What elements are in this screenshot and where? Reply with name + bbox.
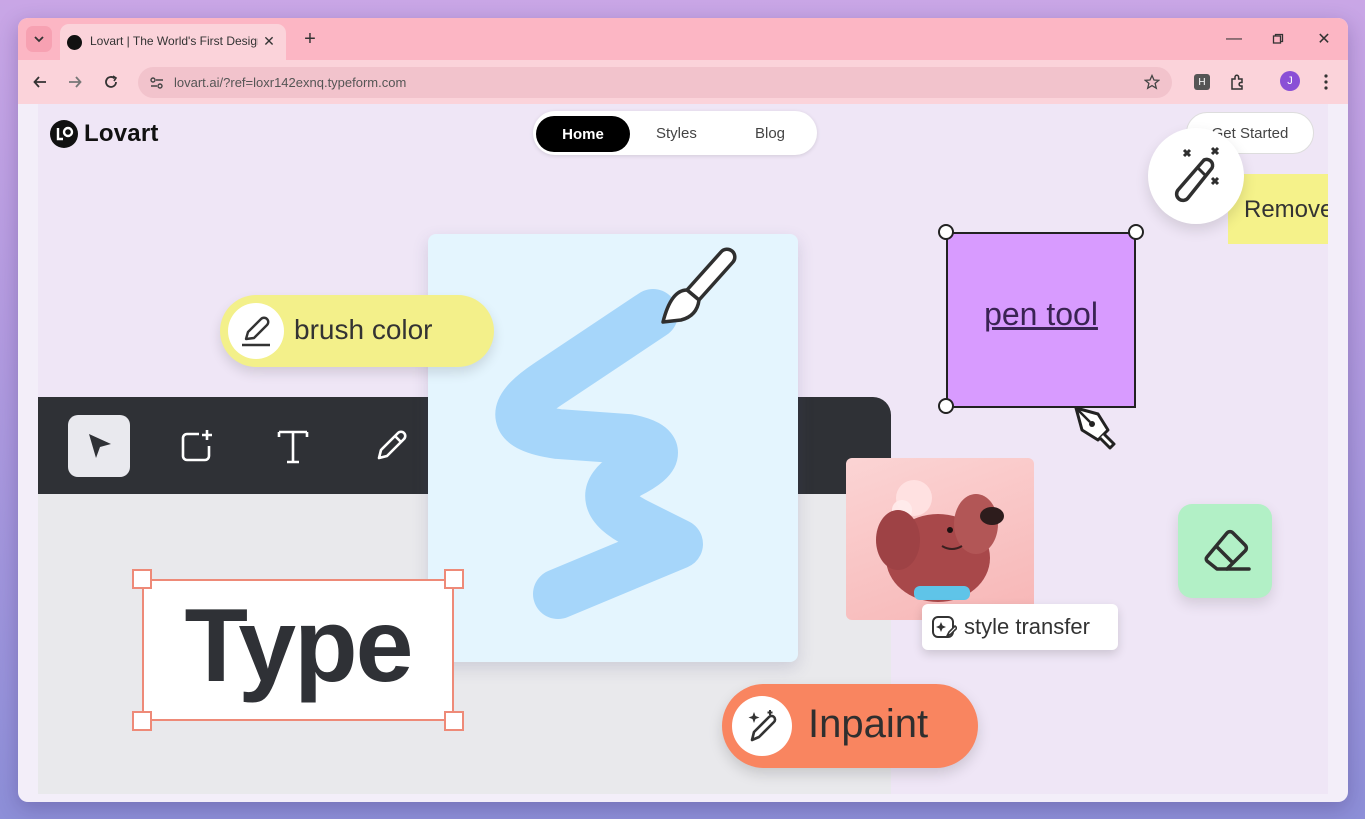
extensions-puzzle-icon[interactable] (1228, 72, 1248, 92)
brush-color-pill: brush color (220, 295, 494, 367)
lovart-favicon-icon (67, 35, 82, 50)
anchor-point (938, 398, 954, 414)
url-text: lovart.ai/?ref=loxr142exnq.typeform.com (174, 75, 407, 90)
nav-blog[interactable]: Blog (755, 125, 785, 142)
tab-close-icon[interactable]: ✕ (260, 32, 278, 50)
pen-nib-icon (1074, 406, 1116, 450)
plush-toy-illustration (876, 480, 1004, 602)
forward-arrow-icon[interactable] (63, 70, 87, 94)
tab-title: Lovart | The World's First Design Agent (90, 34, 258, 48)
text-t-icon (277, 430, 309, 464)
type-label: Type (184, 588, 413, 704)
drawing-canvas-card (428, 234, 798, 662)
style-transfer-label: style transfer (964, 614, 1090, 639)
browser-window: Lovart | The World's First Design Agent … (18, 18, 1348, 802)
site-logo[interactable]: Lovart (50, 120, 159, 148)
style-transfer-image (846, 458, 1034, 620)
style-transfer-chip: style transfer (922, 604, 1118, 650)
brush-color-label: brush color (294, 314, 433, 345)
pen-tool-label: pen tool (984, 296, 1098, 332)
paintbrush-icon (661, 247, 737, 324)
lovart-logo-icon (50, 120, 78, 148)
anchor-point (1128, 224, 1144, 240)
frame-tool-button[interactable] (166, 415, 228, 477)
pencil-icon (377, 430, 407, 460)
type-text-box: Type (142, 579, 454, 721)
nav-styles[interactable]: Styles (656, 125, 697, 142)
resize-handle (444, 711, 464, 731)
browser-toolbar: lovart.ai/?ref=loxr142exnq.typeform.com … (18, 60, 1348, 104)
text-tool-button[interactable] (262, 415, 324, 477)
close-window-icon[interactable]: ✕ (1311, 28, 1337, 50)
anchor-point (938, 224, 954, 240)
main-nav: Home Styles Blog (533, 111, 817, 155)
resize-handle (444, 569, 464, 589)
back-arrow-icon[interactable] (28, 70, 52, 94)
more-menu-icon[interactable] (1316, 72, 1336, 92)
minimize-icon[interactable]: — (1221, 28, 1247, 50)
eraser-icon (1204, 529, 1251, 571)
new-tab-button[interactable]: + (298, 27, 322, 51)
page-viewport: Lovart Home Styles Blog Get Started brus… (38, 104, 1328, 794)
resize-handle (132, 569, 152, 589)
inpaint-label: Inpaint (808, 702, 929, 746)
magic-wand-icon (1174, 146, 1220, 203)
profile-avatar[interactable]: J (1280, 71, 1300, 91)
browser-tab[interactable]: Lovart | The World's First Design Agent … (60, 24, 286, 60)
remove-label: Remove (1244, 196, 1328, 223)
resize-handle (132, 711, 152, 731)
nav-home[interactable]: Home (536, 116, 630, 152)
cursor-arrow-icon (89, 434, 111, 458)
select-tool-button[interactable] (68, 415, 130, 477)
restore-icon[interactable] (1265, 28, 1291, 50)
eraser-card (1178, 504, 1272, 598)
pen-tool-box: pen tool (946, 232, 1136, 408)
bookmark-star-icon[interactable] (1142, 72, 1162, 92)
magic-wand-badge (1148, 128, 1244, 224)
logo-text: Lovart (84, 120, 159, 147)
sparkle-image-icon (930, 613, 958, 641)
address-bar[interactable]: lovart.ai/?ref=loxr142exnq.typeform.com (138, 67, 1172, 98)
chevron-down-icon (34, 36, 44, 43)
pencil-tool-button[interactable] (360, 415, 422, 477)
add-frame-icon (181, 430, 212, 462)
inpaint-pill: Inpaint (722, 684, 978, 768)
tab-search-button[interactable] (26, 26, 52, 52)
site-info-icon[interactable] (146, 72, 168, 94)
inpaint-brush-icon (732, 696, 792, 756)
title-bar: Lovart | The World's First Design Agent … (18, 18, 1348, 60)
highlighter-icon (228, 303, 284, 359)
reload-icon[interactable] (99, 70, 123, 94)
extension-h-icon[interactable]: H (1192, 72, 1212, 92)
